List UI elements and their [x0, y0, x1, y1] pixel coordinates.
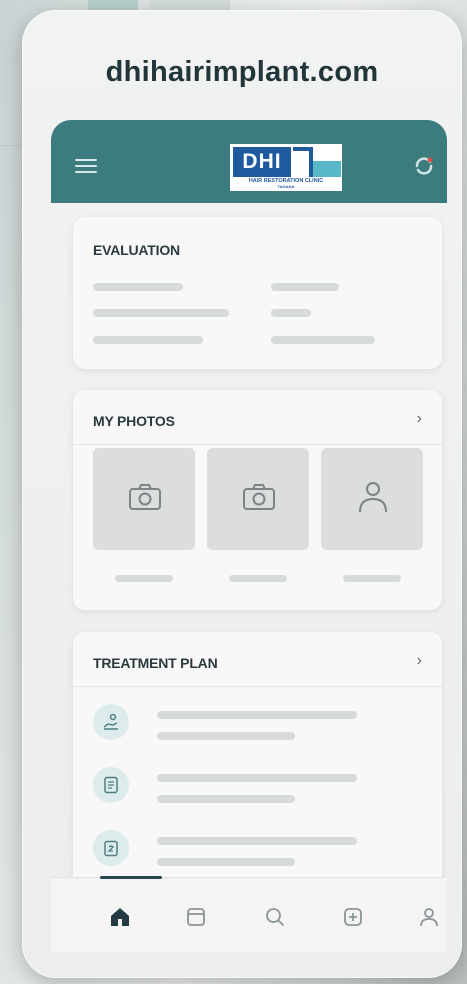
photo-label-placeholder [343, 575, 401, 582]
my-photos-card[interactable]: MY PHOTOS › [73, 390, 442, 610]
photo-tile[interactable] [321, 448, 423, 550]
camera-icon [243, 484, 275, 510]
bottom-navigation [51, 876, 447, 952]
evaluation-card[interactable]: EVALUATION [73, 217, 442, 369]
placeholder-line [157, 795, 295, 803]
phone-frame: dhihairimplant.com DHI HAIR RESTORATION … [22, 10, 462, 978]
placeholder-line [157, 774, 357, 782]
placeholder-line [157, 711, 357, 719]
treatment-plan-title: TREATMENT PLAN [93, 655, 218, 671]
hamburger-menu-icon[interactable] [75, 159, 97, 173]
person-icon [359, 482, 387, 513]
placeholder-line [157, 732, 295, 740]
treatment-plan-card[interactable]: TREATMENT PLAN › [73, 632, 442, 882]
logo-text: DHI [233, 147, 291, 177]
app-header: DHI HAIR RESTORATION CLINIC TAGANA [51, 120, 447, 203]
plan-item-icon[interactable] [93, 830, 129, 866]
profile-icon[interactable] [416, 904, 442, 930]
photo-tile[interactable] [207, 448, 309, 550]
plan-item-icon[interactable] [93, 767, 129, 803]
refresh-icon[interactable] [413, 155, 435, 177]
placeholder-line [271, 309, 311, 317]
active-tab-indicator [100, 876, 162, 879]
document-icon [104, 776, 118, 794]
logo-location: TAGANA [277, 184, 295, 189]
photo-tile[interactable] [93, 448, 195, 550]
placeholder-line [157, 858, 295, 866]
placeholder-line [93, 309, 229, 317]
search-icon[interactable] [262, 904, 288, 930]
home-icon[interactable] [107, 904, 133, 930]
plan-item-icon[interactable] [93, 704, 129, 740]
my-photos-title: MY PHOTOS [93, 413, 175, 429]
chevron-right-icon[interactable]: › [417, 410, 422, 428]
photo-label-placeholder [115, 575, 173, 582]
placeholder-line [271, 336, 375, 344]
placeholder-line [271, 283, 339, 291]
clipboard-icon [104, 840, 118, 857]
chevron-right-icon[interactable]: › [417, 652, 422, 670]
camera-icon [129, 484, 161, 510]
photo-label-placeholder [229, 575, 287, 582]
medical-icon[interactable] [340, 904, 366, 930]
folder-icon[interactable] [183, 904, 209, 930]
divider [73, 686, 442, 687]
hand-care-icon [103, 713, 118, 730]
placeholder-line [157, 837, 357, 845]
placeholder-line [93, 336, 203, 344]
placeholder-line [93, 283, 183, 291]
evaluation-title: EVALUATION [93, 242, 180, 258]
site-url: dhihairimplant.com [105, 56, 379, 88]
divider [73, 444, 442, 445]
dhi-logo: DHI HAIR RESTORATION CLINIC TAGANA [230, 144, 342, 191]
